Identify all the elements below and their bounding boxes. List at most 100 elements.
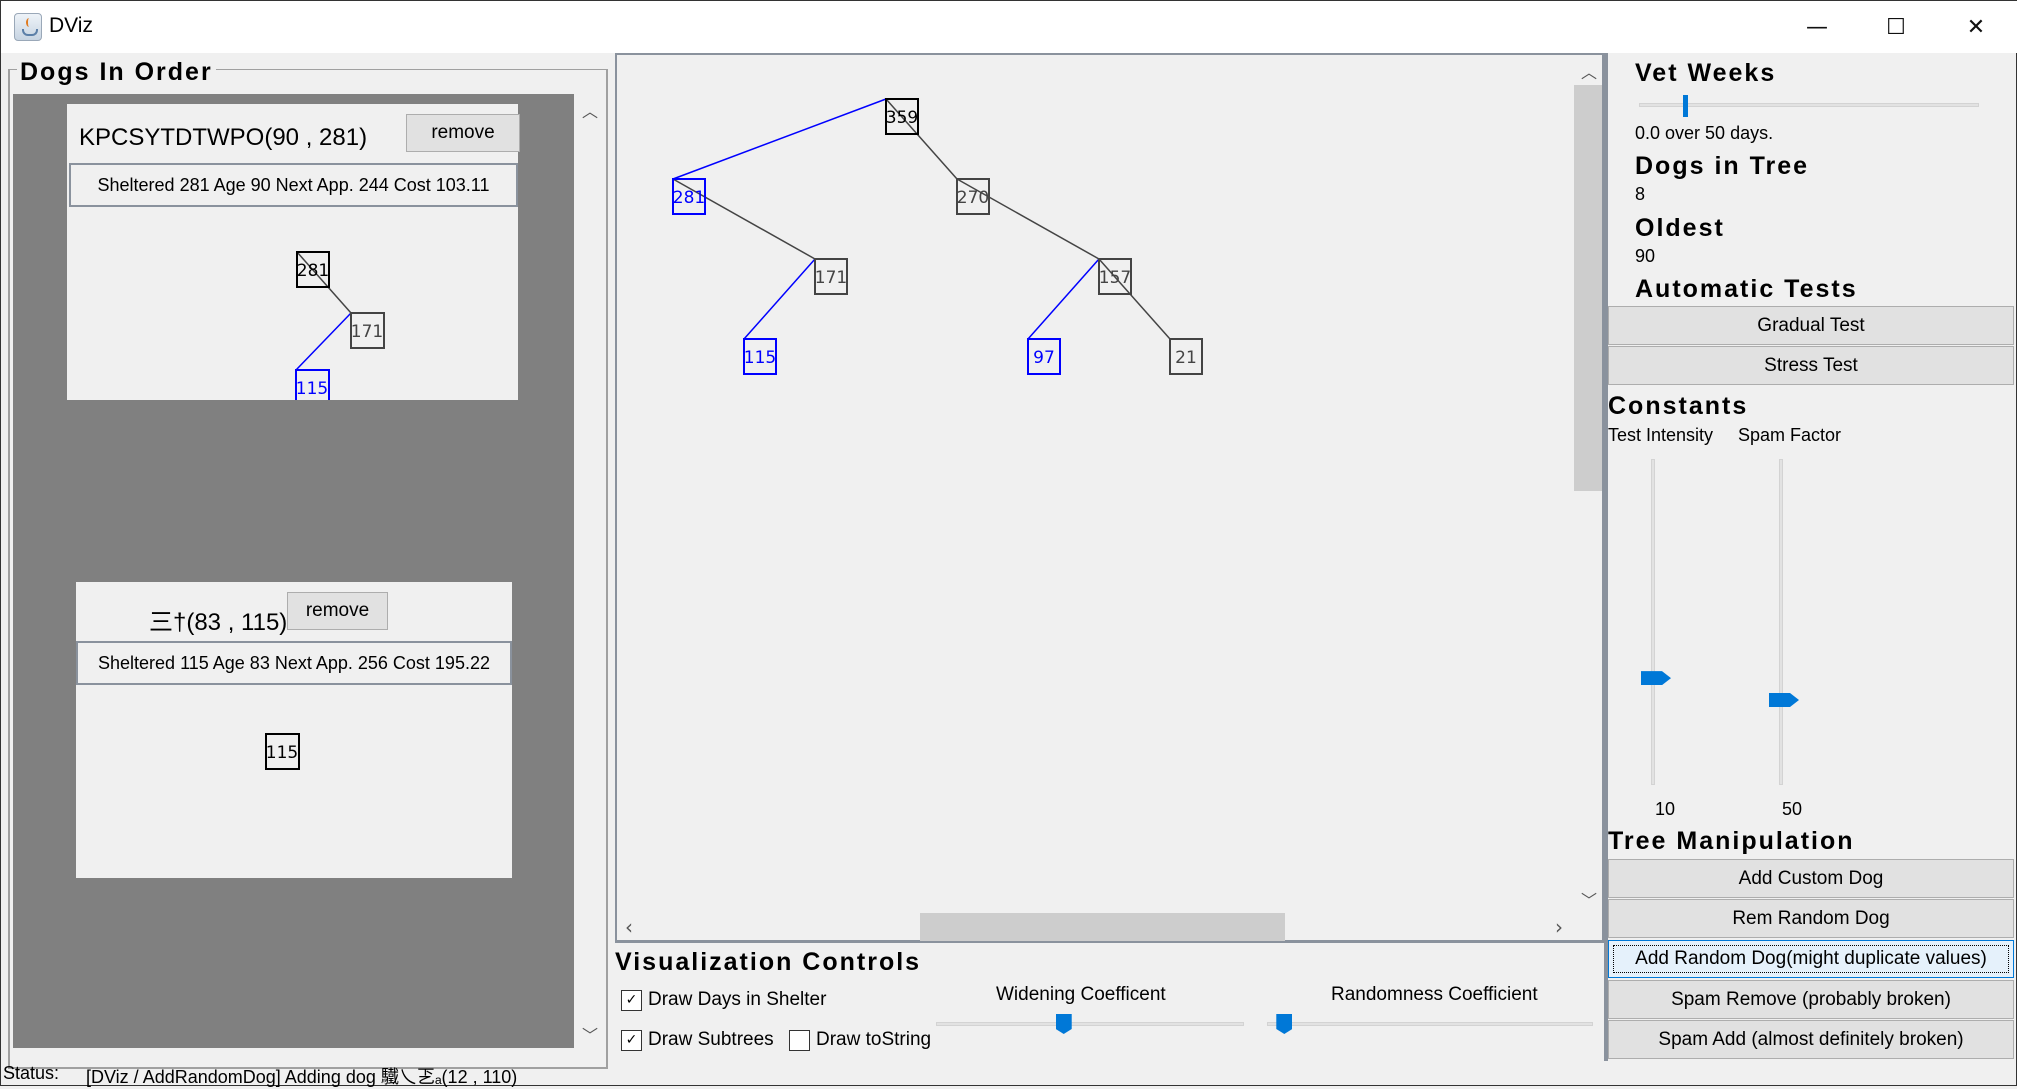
- dog-list: KPCSYTDTWPO(90 , 281) remove Sheltered 2…: [13, 94, 574, 1048]
- slider-track: [1639, 103, 1979, 107]
- dog-name: KPCSYTDTWPO(90 , 281): [79, 124, 368, 151]
- tree-canvas: 281 115 171 359 270 97 157 21: [672, 98, 1203, 375]
- subtree-node-label: 115: [266, 743, 298, 763]
- scroll-down-arrow-icon[interactable]: ﹀: [582, 1022, 598, 1046]
- status-label: Status:: [3, 1063, 60, 1083]
- vet-weeks-slider[interactable]: [1639, 94, 1979, 118]
- checkmark-icon: ✓: [625, 992, 638, 1008]
- widening-coefficient-label: Widening Coefficent: [996, 984, 1166, 1005]
- vertical-scroll-thumb[interactable]: [1574, 85, 1602, 491]
- add-custom-dog-button[interactable]: Add Custom Dog: [1608, 859, 2014, 898]
- maximize-icon: ☐: [1886, 14, 1906, 40]
- vet-weeks-text: 0.0 over 50 days.: [1635, 123, 1774, 143]
- subtree-node-label: 115: [296, 379, 328, 399]
- dog-stats: Sheltered 281 Age 90 Next App. 244 Cost …: [69, 163, 518, 207]
- checkbox-label: Draw Subtrees: [648, 1029, 774, 1050]
- draw-subtrees-checkbox[interactable]: ✓ Draw Subtrees: [621, 1029, 774, 1051]
- dogs-in-tree-value: 8: [1635, 184, 1646, 204]
- slider-thumb[interactable]: [1683, 95, 1689, 117]
- dogs-in-order-title: Dogs In Order: [17, 58, 216, 87]
- vet-weeks-title: Vet Weeks: [1635, 59, 1777, 87]
- maximize-button[interactable]: ☐: [1856, 1, 1936, 53]
- slider-track: [1267, 1022, 1593, 1026]
- spam-add-button[interactable]: Spam Add (almost definitely broken): [1608, 1020, 2014, 1059]
- scroll-up-arrow-icon[interactable]: ︿: [1581, 59, 1597, 83]
- window-title: DViz: [49, 14, 93, 37]
- tree-node-label: 359: [886, 108, 918, 128]
- horizontal-scroll-thumb[interactable]: [920, 913, 1285, 941]
- test-intensity-label: Test Intensity: [1608, 425, 1714, 445]
- checkbox-box[interactable]: [789, 1029, 810, 1051]
- slider-track: [1651, 459, 1655, 785]
- dog-name: 三†(83 , 115): [149, 609, 288, 636]
- tree-node-label: 171: [815, 268, 847, 288]
- add-random-dog-button[interactable]: Add Random Dog(might duplicate values): [1608, 940, 2014, 978]
- visualization-controls-title: Visualization Controls: [615, 948, 922, 976]
- rem-random-dog-button[interactable]: Rem Random Dog: [1608, 899, 2014, 938]
- tree-node-label: 270: [957, 188, 989, 208]
- tree-node-label: 115: [744, 348, 776, 368]
- test-intensity-value: 10: [1655, 799, 1676, 819]
- constants-title: Constants: [1608, 392, 1749, 420]
- spam-factor-value: 50: [1782, 799, 1803, 819]
- stress-test-button[interactable]: Stress Test: [1608, 346, 2014, 385]
- java-app-icon: [14, 13, 42, 41]
- dog-stats: Sheltered 115 Age 83 Next App. 256 Cost …: [76, 641, 512, 685]
- scroll-up-arrow-icon[interactable]: ︿: [582, 98, 598, 122]
- tree-manipulation-title: Tree Manipulation: [1608, 827, 1855, 855]
- spam-remove-button[interactable]: Spam Remove (probably broken): [1608, 980, 2014, 1019]
- widening-coefficient-slider[interactable]: [936, 1014, 1244, 1044]
- scroll-left-arrow-icon[interactable]: ‹: [625, 915, 633, 939]
- slider-thumb[interactable]: [1641, 671, 1671, 686]
- checkmark-icon: ✓: [625, 1032, 638, 1048]
- remove-button[interactable]: remove: [406, 114, 520, 152]
- slider-track: [936, 1022, 1244, 1026]
- subtree-edge: [295, 312, 352, 371]
- title-bar: DViz — ☐ ✕: [1, 1, 2017, 53]
- automatic-tests-title: Automatic Tests: [1635, 275, 1858, 303]
- draw-tostring-checkbox[interactable]: Draw toString: [789, 1029, 931, 1051]
- tree-node-label: 281: [673, 188, 705, 208]
- checkbox-box[interactable]: ✓: [621, 989, 642, 1011]
- tree-view-horizontal-scrollbar[interactable]: ‹ ›: [617, 913, 1574, 941]
- scroll-down-arrow-icon[interactable]: ﹀: [1581, 887, 1597, 911]
- spam-factor-label: Spam Factor: [1738, 425, 1842, 445]
- oldest-title: Oldest: [1635, 214, 1725, 242]
- subtree-node-label: 171: [351, 322, 383, 342]
- close-icon: ✕: [1966, 14, 1986, 40]
- tree-node-label: 157: [1099, 268, 1131, 288]
- dog-subtree-view: 115: [265, 733, 300, 770]
- gradual-test-button[interactable]: Gradual Test: [1608, 306, 2014, 345]
- checkbox-label: Draw toString: [816, 1029, 932, 1050]
- test-intensity-slider[interactable]: [1639, 459, 1673, 785]
- scroll-right-arrow-icon[interactable]: ›: [1555, 915, 1563, 939]
- slider-track: [1779, 459, 1783, 785]
- randomness-coefficient-label: Randomness Coefficient: [1331, 984, 1538, 1005]
- minimize-button[interactable]: —: [1777, 1, 1857, 53]
- status-text: [DViz / AddRandomDog] Adding dog 驖乀乤ₐ(12…: [86, 1067, 518, 1087]
- button-label: Add Random Dog(might duplicate values): [1635, 948, 1987, 969]
- tree-node-label: 21: [1175, 348, 1197, 368]
- dog-subtree-view: 281 171 115: [295, 251, 385, 400]
- dog-list-scrollbar[interactable]: ︿ ﹀: [574, 94, 604, 1048]
- slider-thumb[interactable]: [1055, 1014, 1072, 1034]
- tree-view-vertical-scrollbar[interactable]: ︿ ﹀: [1574, 55, 1602, 911]
- oldest-value: 90: [1635, 246, 1656, 266]
- randomness-coefficient-slider[interactable]: [1267, 1014, 1593, 1044]
- dog-card: 三†(83 , 115) remove Sheltered 115 Age 83…: [76, 582, 512, 878]
- spam-factor-slider[interactable]: [1767, 459, 1801, 785]
- app-window: DViz — ☐ ✕ Dogs In Order KPCSYTDTWPO(90 …: [0, 0, 2017, 1087]
- remove-button[interactable]: remove: [287, 592, 388, 630]
- checkbox-label: Draw Days in Shelter: [648, 989, 827, 1010]
- dog-card: KPCSYTDTWPO(90 , 281) remove Sheltered 2…: [67, 104, 520, 400]
- minimize-icon: —: [1806, 14, 1828, 40]
- subtree-node-label: 281: [297, 261, 329, 281]
- tree-edge: [743, 258, 816, 340]
- dogs-in-tree-title: Dogs in Tree: [1635, 152, 1810, 180]
- tree-edge: [1027, 258, 1100, 340]
- close-button[interactable]: ✕: [1936, 1, 2016, 53]
- slider-thumb[interactable]: [1276, 1014, 1293, 1034]
- draw-days-checkbox[interactable]: ✓ Draw Days in Shelter: [621, 989, 826, 1011]
- checkbox-box[interactable]: ✓: [621, 1029, 642, 1051]
- slider-thumb[interactable]: [1769, 693, 1799, 707]
